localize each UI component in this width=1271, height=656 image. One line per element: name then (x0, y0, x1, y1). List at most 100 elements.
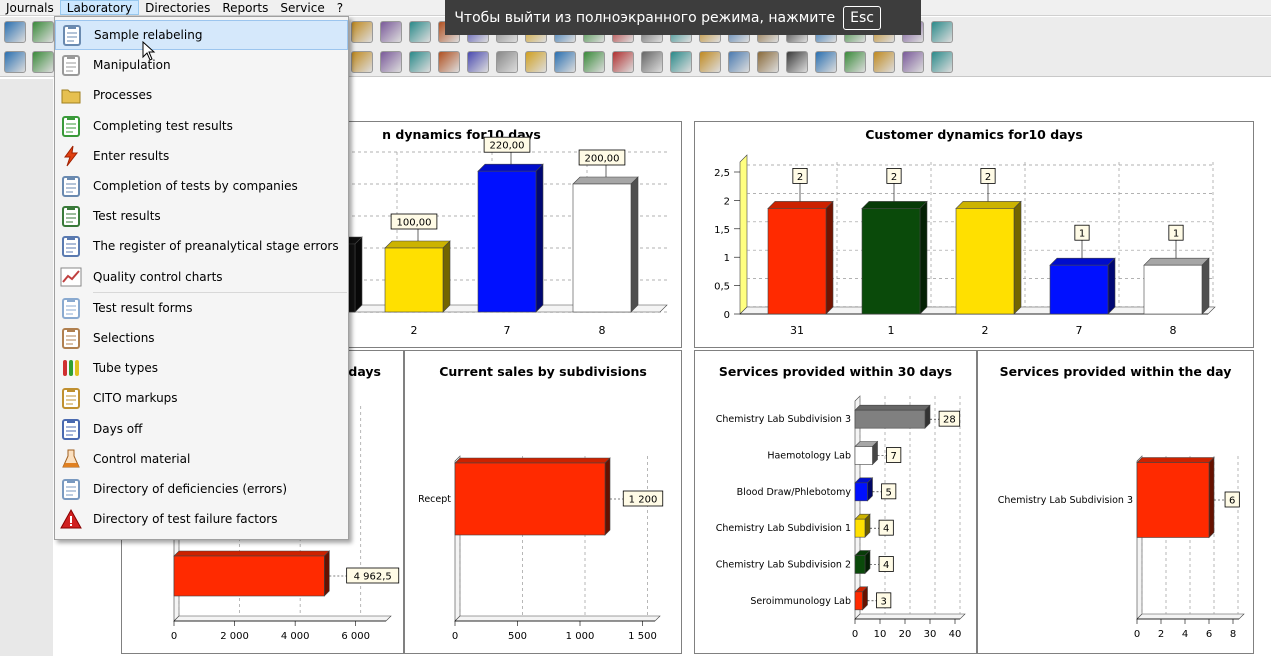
bar-5 (854, 591, 863, 611)
menu-laboratory[interactable]: Laboratory (59, 0, 140, 15)
user-icon[interactable] (32, 51, 54, 73)
box-icon[interactable] (351, 51, 373, 73)
journal-icon[interactable] (4, 21, 26, 43)
current-sales-chart: 0 500 1 000 1 500 Recept 1 200 (418, 455, 664, 642)
menu-item-label: Quality control charts (93, 269, 223, 284)
y-category-label: Recept (418, 494, 451, 505)
x-tick-label: 8 (1230, 629, 1236, 640)
menu-item-completion-of-tests-by-companies[interactable]: Completion of tests by companies (55, 171, 348, 201)
menu-service[interactable]: Service (274, 0, 330, 15)
info-icon[interactable] (873, 51, 895, 73)
gear-icon[interactable] (496, 51, 518, 73)
bar-hidden-side (354, 236, 363, 313)
cog-icon[interactable] (525, 51, 547, 73)
menu-item-completing-test-results[interactable]: Completing test results (55, 111, 348, 141)
bar-2-side (1013, 200, 1022, 315)
table-icon[interactable] (612, 51, 634, 73)
menu-reports[interactable]: Reports (216, 0, 274, 15)
menu-item-selections[interactable]: Selections (55, 323, 348, 353)
services-day-panel: Services provided within the day 0 2 4 6 8 Ch… (977, 350, 1254, 654)
warning-icon[interactable] (931, 21, 953, 43)
bar-2 (854, 482, 868, 502)
menu-item-the-register-of-preanalytical-stage-errors[interactable]: The register of preanalytical stage erro… (55, 231, 348, 261)
menu-item-processes[interactable]: Processes (55, 80, 348, 110)
menu-item-enter-results[interactable]: Enter results (55, 141, 348, 171)
x-tick-label: 7 (1076, 324, 1083, 337)
x-tick-label: 40 (949, 629, 962, 640)
y-category-label: Chemistry Lab Subdivision 3 (716, 414, 851, 425)
bar-0 (454, 462, 606, 536)
layers-icon[interactable] (641, 51, 663, 73)
register-icon[interactable] (467, 51, 489, 73)
menu-help[interactable]: ? (331, 0, 349, 15)
y-tick-label: 1 (724, 253, 730, 264)
clipboard-check-icon (60, 205, 82, 228)
people-icon[interactable] (699, 51, 721, 73)
coins-icon[interactable] (844, 51, 866, 73)
chart-wall (739, 154, 748, 315)
menu-item-tube-types[interactable]: Tube types (55, 353, 348, 383)
y-tick-label: 2 (724, 196, 730, 207)
menu-item-label: Selections (93, 331, 155, 345)
menu-item-label: Directory of deficiencies (errors) (93, 482, 288, 496)
database-icon[interactable] (409, 51, 431, 73)
menu-item-days-off[interactable]: Days off (55, 414, 348, 444)
lightning-icon (60, 145, 82, 167)
menu-item-label: Control material (93, 451, 191, 466)
exit-icon[interactable] (931, 51, 953, 73)
bar-31 (767, 208, 827, 315)
data-label: 1 (1079, 229, 1085, 240)
calendar-icon (60, 418, 82, 440)
money-icon[interactable] (32, 21, 54, 43)
help-icon[interactable] (902, 51, 924, 73)
folder-icon (60, 84, 82, 106)
x-tick-label: 0 (1134, 629, 1140, 640)
menu-item-sample-relabeling[interactable]: Sample relabeling (55, 20, 348, 50)
y-tick-label: 2,5 (714, 168, 730, 179)
chat-icon[interactable] (438, 51, 460, 73)
search-user-icon[interactable] (757, 51, 779, 73)
data-label: 100,00 (397, 218, 432, 229)
y-category-label: Blood Draw/Phlebotomy (737, 487, 852, 498)
menu-item-label: Completing test results (93, 118, 233, 133)
menu-item-quality-control-charts[interactable]: Quality control charts (55, 262, 348, 292)
x-tick-label: 500 (508, 631, 527, 642)
box-icon (60, 327, 82, 349)
stack-icon[interactable] (815, 51, 837, 73)
calculator-icon[interactable] (351, 21, 373, 43)
warning-icon (60, 508, 82, 530)
menu-item-label: Sample relabeling (94, 28, 203, 42)
menu-item-test-results[interactable]: Test results (55, 201, 348, 231)
bar-0-top (854, 404, 931, 411)
wrench-icon[interactable] (583, 51, 605, 73)
worker-icon[interactable] (728, 51, 750, 73)
print-icon[interactable] (409, 21, 431, 43)
menu-item-test-result-forms[interactable]: Test result forms (55, 293, 348, 323)
x-tick-label: 1 (888, 324, 895, 337)
x-tick-label: 8 (1170, 324, 1177, 337)
star-icon[interactable] (670, 51, 692, 73)
data-label: 7 (891, 451, 897, 462)
smile-icon[interactable] (4, 51, 26, 73)
menu-journals[interactable]: Journals (0, 0, 60, 15)
chart-floor (454, 615, 661, 622)
syringe-icon (60, 54, 82, 77)
tools-icon[interactable] (554, 51, 576, 73)
transfer-icon[interactable] (786, 51, 808, 73)
book-icon[interactable] (380, 21, 402, 43)
menu-item-directory-of-test-failure-factors[interactable]: Directory of test failure factors (55, 504, 348, 534)
menu-item-label: Processes (93, 88, 153, 103)
x-tick-label: 20 (899, 629, 912, 640)
menu-item-manipulation[interactable]: Manipulation (55, 50, 348, 80)
x-tick-label: 10 (874, 629, 887, 640)
menu-directories[interactable]: Directories (139, 0, 216, 15)
menu-item-control-material[interactable]: Control material (55, 444, 348, 474)
menu-item-label: CITO markups (93, 391, 178, 406)
chart-floor (173, 615, 392, 622)
x-tick-label: 4 000 (281, 631, 310, 642)
refresh-icon[interactable] (380, 51, 402, 73)
bar-0-top (454, 457, 611, 464)
menu-item-cito-markups[interactable]: CITO markups (55, 383, 348, 413)
data-label: 4 (883, 524, 889, 535)
menu-item-directory-of-deficiencies-errors[interactable]: Directory of deficiencies (errors) (55, 474, 348, 504)
